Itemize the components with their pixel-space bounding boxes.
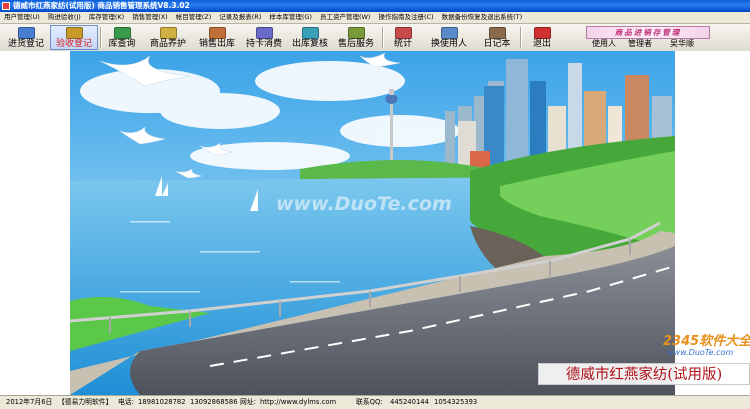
- status-site-label: 网址:: [240, 398, 256, 406]
- background-illustration: [70, 51, 675, 395]
- diary-label: 日记本: [483, 39, 511, 49]
- diary-button[interactable]: 日记本: [477, 25, 517, 50]
- window-title: 德威市红燕家纺(试用版) 商品销售管理系统V8.3.02: [13, 1, 190, 10]
- statistics-label: 统计: [393, 39, 412, 49]
- product-care-button[interactable]: 商品养护: [144, 25, 192, 50]
- status-site[interactable]: http://www.dylms.com: [260, 396, 336, 409]
- user-switch-icon: [440, 27, 458, 39]
- exit-label: 退出: [532, 39, 551, 49]
- purchase-register-label: 进货登记: [7, 39, 44, 49]
- statistics-button[interactable]: 统计: [386, 25, 420, 50]
- acceptance-register-button[interactable]: 验收登记: [50, 25, 98, 50]
- product-care-label: 商品养护: [149, 39, 186, 49]
- toolbar-separator: [520, 27, 522, 48]
- toolbar-separator: [100, 27, 102, 48]
- status-qq-label: 联系QQ:: [356, 398, 383, 406]
- site-logo: 2345软件大全 www.DuoTe.com: [661, 330, 750, 361]
- status-phone2: 13092868586: [190, 398, 238, 406]
- exit-icon: [533, 27, 551, 39]
- menu-stock[interactable]: 库存管理(K): [85, 12, 128, 23]
- toolbar-separator: [382, 27, 384, 48]
- coastal-city-scene: [70, 51, 675, 395]
- status-date: 2012年7月6日: [6, 398, 53, 406]
- menu-staff[interactable]: 员工资产管理(W): [316, 12, 375, 23]
- card-spend-label: 持卡消费: [245, 39, 282, 49]
- user-info: 使用人 管理者 吴华顺: [586, 38, 710, 50]
- menu-accounts[interactable]: 帐目管理(Z): [172, 12, 216, 23]
- sales-outbound-button[interactable]: 销售出库: [193, 25, 241, 50]
- card-spend-button[interactable]: 持卡消费: [241, 25, 287, 50]
- app-icon: [2, 2, 10, 10]
- logo-main: 2345软件大全: [663, 334, 750, 349]
- menu-samples[interactable]: 样本库管理(G): [265, 12, 316, 23]
- product-care-icon: [159, 27, 177, 39]
- outbound-review-label: 出库复核: [291, 39, 328, 49]
- menu-guide[interactable]: 操作指南及注册(C): [374, 12, 437, 23]
- card-icon: [255, 27, 273, 39]
- menu-purchase[interactable]: 购进验收(J): [44, 12, 85, 23]
- title-bar[interactable]: 德威市红燕家纺(试用版) 商品销售管理系统V8.3.02: [0, 0, 750, 12]
- acceptance-icon: [65, 27, 83, 39]
- diary-icon: [488, 27, 506, 39]
- switch-user-button[interactable]: 换使用人: [424, 25, 474, 50]
- menu-user[interactable]: 用户管理(U): [0, 12, 44, 23]
- status-qq2: 1054325393: [434, 398, 478, 406]
- cart-icon: [208, 27, 226, 39]
- company-name-tag: 德威市红燕家纺(试用版): [538, 363, 750, 385]
- app-window: 德威市红燕家纺(试用版) 商品销售管理系统V8.3.02 用户管理(U) 购进验收…: [0, 0, 750, 409]
- user-role: 管理者: [628, 39, 652, 48]
- user-label: 使用人: [592, 39, 616, 48]
- after-sales-button[interactable]: 售后服务: [333, 25, 379, 50]
- after-sales-label: 售后服务: [337, 39, 374, 49]
- status-phone-label: 电话:: [118, 398, 134, 406]
- stock-query-label: 库查询: [108, 39, 136, 49]
- stock-query-button[interactable]: 库查询: [103, 25, 141, 50]
- chart-icon: [394, 27, 412, 39]
- sales-outbound-label: 销售出库: [198, 39, 235, 49]
- service-icon: [347, 27, 365, 39]
- acceptance-register-label: 验收登记: [55, 39, 92, 49]
- status-vendor: 【德易力明软件】: [58, 398, 113, 406]
- watermark: www.DuoTe.com: [276, 193, 452, 215]
- menu-sales[interactable]: 销售管理(X): [128, 12, 172, 23]
- logo-sub: www.DuoTe.com: [667, 348, 734, 357]
- status-phone1: 18981028782: [138, 398, 186, 406]
- menu-records[interactable]: 记录及报表(R): [215, 12, 265, 23]
- outbound-review-button[interactable]: 出库复核: [287, 25, 333, 50]
- exit-button[interactable]: 退出: [525, 25, 559, 50]
- purchase-icon: [17, 27, 35, 39]
- switch-user-label: 换使用人: [430, 39, 467, 49]
- stock-query-icon: [113, 27, 131, 39]
- menu-backup[interactable]: 数据备份恢复及退出系统(T): [438, 12, 527, 23]
- left-margin: [0, 51, 70, 395]
- status-bar: 2012年7月6日 【德易力明软件】 电话: 18981028782 13092…: [0, 395, 750, 409]
- user-name: 吴华顺: [670, 39, 694, 48]
- menu-bar: 用户管理(U) 购进验收(J) 库存管理(K) 销售管理(X) 帐目管理(Z) 记录及报表…: [0, 12, 750, 24]
- purchase-register-button[interactable]: 进货登记: [2, 25, 50, 50]
- review-icon: [301, 27, 319, 39]
- status-qq1: 445240144: [390, 398, 429, 406]
